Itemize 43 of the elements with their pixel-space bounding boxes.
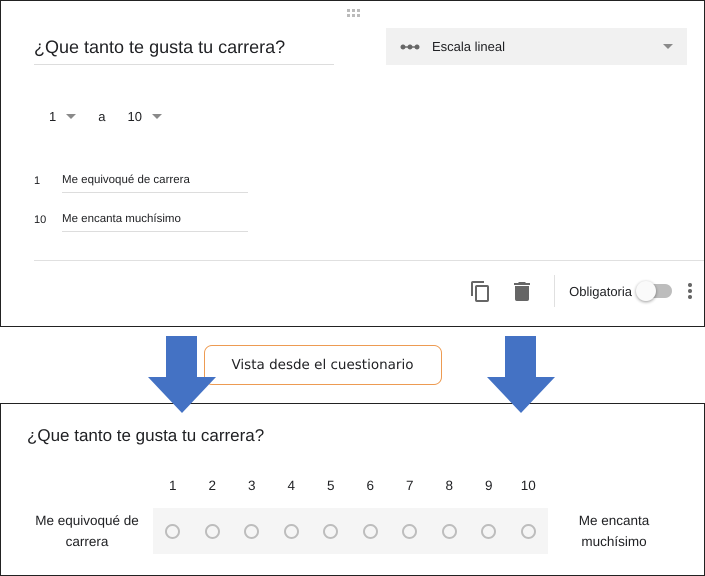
- caret-icon: [663, 44, 673, 49]
- radio-button[interactable]: [165, 524, 180, 538]
- label-field[interactable]: Me encanta muchísimo: [62, 213, 248, 232]
- scale-number: 10: [520, 478, 537, 495]
- scale-number: 7: [404, 478, 414, 495]
- radio-button[interactable]: [244, 524, 260, 538]
- scale-number: 3: [246, 478, 256, 495]
- scale-number: 5: [326, 478, 336, 495]
- label-number: 1: [34, 174, 42, 187]
- more-options-button[interactable]: [688, 283, 692, 299]
- question-title-field[interactable]: ¿Que tanto te gusta tu carrera?: [34, 28, 334, 65]
- scale-number: 4: [286, 478, 296, 495]
- scale-number: 6: [365, 478, 375, 495]
- drag-handle-icon[interactable]: [346, 8, 361, 17]
- scale-number: 8: [444, 478, 454, 495]
- radio-button[interactable]: [402, 524, 418, 538]
- scale-number: 9: [484, 478, 494, 495]
- radio-button[interactable]: [442, 524, 457, 538]
- radio-button[interactable]: [520, 524, 536, 538]
- callout-note: Vista desde el cuestionario: [204, 345, 442, 385]
- label-field[interactable]: Me equivoqué de carrera: [62, 174, 248, 193]
- copy-button[interactable]: [470, 280, 490, 302]
- caret-icon: [152, 114, 162, 119]
- range-end-dropdown[interactable]: 10: [127, 109, 142, 124]
- radio-button[interactable]: [284, 524, 299, 538]
- high-end-label: Me encanta muchísimo: [578, 512, 650, 551]
- low-end-label: Me equivoqué de carrera: [34, 512, 140, 551]
- range-separator: a: [98, 109, 106, 124]
- delete-button[interactable]: [514, 282, 530, 300]
- radio-button[interactable]: [323, 524, 338, 538]
- scale-number: 1: [168, 478, 178, 495]
- caret-icon: [66, 114, 76, 119]
- radio-button[interactable]: [204, 524, 220, 538]
- scale-number: 2: [207, 478, 217, 495]
- question-title: ¿Que tanto te gusta tu carrera?: [27, 426, 266, 446]
- linear-scale-icon: [400, 44, 420, 50]
- label-number: 10: [34, 213, 48, 226]
- question-type-dropdown[interactable]: Escala lineal: [386, 28, 687, 65]
- radio-button[interactable]: [362, 524, 378, 538]
- radio-button[interactable]: [481, 524, 496, 538]
- required-toggle[interactable]: [638, 284, 672, 298]
- required-label: Obligatoria: [569, 284, 632, 298]
- range-start-dropdown[interactable]: 1: [49, 109, 56, 124]
